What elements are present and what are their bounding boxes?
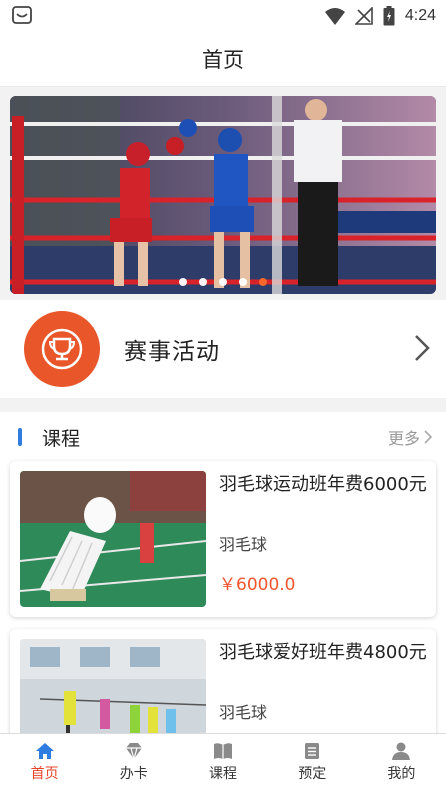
banner-carousel[interactable]: [10, 96, 436, 294]
course-card[interactable]: 羽毛球运动班年费6000元 羽毛球 ￥6000.0: [10, 461, 436, 617]
chevron-right-small-icon: [424, 430, 432, 444]
carousel-dot[interactable]: [199, 278, 207, 286]
course-title: 羽毛球运动班年费6000元: [219, 474, 427, 495]
person-icon: [392, 742, 411, 760]
carousel-indicators: [10, 278, 436, 286]
section-accent-bar: [18, 428, 22, 446]
event-activity-label: 赛事活动: [124, 339, 220, 365]
course-price: ￥6000.0: [219, 575, 296, 595]
tab-label: 预定: [298, 766, 327, 782]
trophy-icon: [24, 311, 100, 387]
tab-home[interactable]: 首页: [0, 734, 89, 798]
tab-courses[interactable]: 课程: [178, 734, 267, 798]
courses-header: 课程 更多: [0, 412, 446, 458]
banner-image-boxing: [10, 96, 436, 294]
no-signal-icon: [354, 7, 373, 25]
carousel-dot[interactable]: [219, 278, 227, 286]
battery-icon: [383, 6, 395, 26]
clipboard-icon: [305, 743, 320, 759]
course-title: 羽毛球爱好班年费4800元: [219, 642, 427, 663]
home-icon: [35, 743, 54, 759]
nav-bar: 首页: [0, 32, 446, 87]
tab-label: 我的: [387, 766, 416, 782]
tab-booking[interactable]: 预定: [268, 734, 357, 798]
book-icon: [214, 743, 232, 759]
carousel-dot-active[interactable]: [259, 278, 267, 286]
tab-label: 课程: [209, 766, 237, 782]
tab-label: 首页: [30, 766, 59, 782]
badminton-shuttlecock-image: [20, 471, 206, 607]
tab-profile[interactable]: 我的: [357, 734, 446, 798]
app-notification-icon: [12, 6, 32, 24]
tab-card[interactable]: 办卡: [89, 734, 178, 798]
event-activity-entry[interactable]: 赛事活动: [0, 300, 446, 398]
course-thumbnail: [20, 471, 206, 607]
more-courses-link[interactable]: 更多: [388, 425, 432, 449]
chevron-right-icon: [415, 335, 430, 361]
carousel-dot[interactable]: [179, 278, 187, 286]
tab-label: 办卡: [119, 766, 148, 782]
course-category: 羽毛球: [219, 535, 268, 554]
bottom-tab-bar: 首页 办卡 课程 预定 我的: [0, 733, 446, 798]
carousel-dot[interactable]: [239, 278, 247, 286]
more-label: 更多: [387, 429, 420, 448]
course-category: 羽毛球: [219, 703, 268, 722]
wifi-icon: [324, 8, 345, 25]
status-time: 4:24: [404, 7, 436, 24]
courses-title: 课程: [42, 428, 81, 450]
diamond-card-icon: [125, 743, 142, 760]
status-bar: 4:24: [0, 0, 446, 32]
page-title: 首页: [202, 48, 244, 72]
